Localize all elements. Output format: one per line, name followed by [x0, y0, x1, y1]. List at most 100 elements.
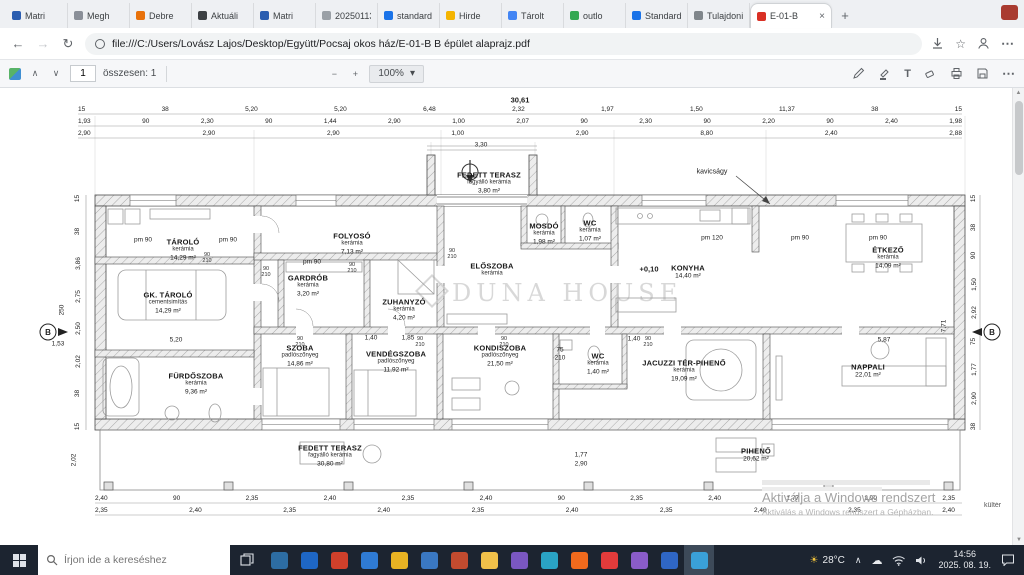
- vertical-scrollbar[interactable]: ▲ ▼: [1012, 88, 1024, 545]
- taskbar-app-icon[interactable]: [264, 545, 294, 575]
- browser-tab[interactable]: 20250113: [316, 3, 378, 28]
- taskbar-app-icon[interactable]: [504, 545, 534, 575]
- taskbar-app-icon[interactable]: [654, 545, 684, 575]
- speaker-icon[interactable]: [915, 555, 928, 566]
- browser-tab-active[interactable]: E-01-B ×: [750, 3, 832, 28]
- draw-icon[interactable]: [852, 67, 865, 80]
- inner-dimension: 1,53: [51, 340, 65, 348]
- tab-title: Standardi: [645, 10, 681, 21]
- dimension-chain-top-2: 1,93 90 2,30 90 1,44 2,90 1,00 2,07 90 2,30 90 2,20…: [78, 118, 962, 125]
- browser-tab[interactable]: Megh: [68, 3, 130, 28]
- dimension-value: 15: [74, 194, 82, 203]
- taskbar-app-icon[interactable]: [534, 545, 564, 575]
- taskbar-app-icon[interactable]: [354, 545, 384, 575]
- tab-title: Megh: [87, 10, 110, 21]
- taskbar-app-icon[interactable]: [444, 545, 474, 575]
- toolbar-divider: [166, 65, 168, 82]
- tab-favicon: [322, 11, 331, 20]
- notification-icon[interactable]: [1001, 554, 1015, 566]
- taskbar-search-input[interactable]: [64, 554, 214, 566]
- favorites-star-icon[interactable]: ☆: [955, 37, 966, 51]
- parapet-label: pm 90: [790, 234, 810, 242]
- window-close-button[interactable]: [1001, 5, 1018, 20]
- app-icon-glyph: [420, 551, 438, 569]
- dimension-value: 75: [970, 337, 978, 345]
- dimension-value: 2,40: [479, 495, 493, 502]
- profile-icon[interactable]: [977, 37, 990, 50]
- dimension-value: 90: [703, 118, 711, 125]
- dimension-value: 2,40: [323, 495, 337, 502]
- zoom-level-dropdown[interactable]: 100% ▾: [369, 64, 424, 83]
- taskbar-app-icon[interactable]: [414, 545, 444, 575]
- scrollbar-thumb[interactable]: [1015, 101, 1023, 175]
- taskbar-search[interactable]: [38, 545, 230, 575]
- weather-widget[interactable]: ☀ 28°C: [810, 555, 845, 566]
- onedrive-cloud-icon[interactable]: ☁: [871, 554, 882, 567]
- browser-tab[interactable]: Matri: [254, 3, 316, 28]
- dimension-value: 38: [970, 223, 978, 231]
- tab-title: Aktuáli: [211, 10, 239, 21]
- browser-tab[interactable]: Tárolt: [502, 3, 564, 28]
- parapet-label: pm 120: [701, 234, 723, 242]
- taskbar-app-icon[interactable]: [684, 545, 714, 575]
- dimension-value: 90: [265, 118, 273, 125]
- save-icon[interactable]: [976, 67, 989, 80]
- scroll-up-icon[interactable]: ▲: [1016, 90, 1022, 96]
- taskbar-app-icon[interactable]: [384, 545, 414, 575]
- page-up-icon[interactable]: ∧: [28, 68, 42, 79]
- taskbar-app-icon[interactable]: [624, 545, 654, 575]
- kavicsagy-label: kavicságy: [696, 168, 728, 176]
- start-button[interactable]: [0, 545, 38, 575]
- page-down-icon[interactable]: ∨: [49, 68, 63, 79]
- browser-tab[interactable]: Tulajdoni: [688, 3, 750, 28]
- browser-tab[interactable]: Standardi: [626, 3, 688, 28]
- tab-close-icon[interactable]: ×: [819, 11, 825, 22]
- forward-icon: →: [36, 36, 50, 51]
- pdf-sidebar-icon[interactable]: [9, 67, 21, 80]
- browser-tab[interactable]: Matri: [6, 3, 68, 28]
- zoom-out-icon[interactable]: −: [327, 69, 341, 79]
- erase-icon[interactable]: [924, 67, 937, 80]
- taskbar-app-icon[interactable]: [594, 545, 624, 575]
- hidden-icons-chevron[interactable]: ∧: [855, 555, 862, 566]
- page-number-input[interactable]: [70, 65, 96, 82]
- dimension-value: 2,50: [74, 322, 82, 336]
- taskbar-app-icon[interactable]: [324, 545, 354, 575]
- browser-tab[interactable]: Aktuáli: [192, 3, 254, 28]
- dimension-value: 38: [161, 106, 169, 113]
- highlight-icon[interactable]: [878, 67, 891, 80]
- taskbar-app-icon[interactable]: [474, 545, 504, 575]
- task-view-button[interactable]: [230, 545, 264, 575]
- url-field[interactable]: file:///C:/Users/Lovász Lajos/Desktop/Eg…: [85, 32, 923, 55]
- taskbar-app-icon[interactable]: [294, 545, 324, 575]
- taskbar-app-icon[interactable]: [564, 545, 594, 575]
- browser-tab[interactable]: Hirde: [440, 3, 502, 28]
- download-icon[interactable]: [931, 37, 944, 50]
- dimension-chain-top-1: 15 38 5,20 5,20 6,48 2,32 1,97 1,50 11,37 38 15: [78, 106, 962, 113]
- app-icon-glyph: [570, 551, 588, 569]
- app-icon-glyph: [510, 551, 528, 569]
- back-icon[interactable]: ←: [10, 36, 26, 51]
- windows-logo-icon: [12, 553, 26, 567]
- more-options-icon[interactable]: ⋯: [1002, 66, 1015, 82]
- room-label-wc: WC kerámia 1,07 m²: [578, 218, 602, 243]
- scroll-down-icon[interactable]: ▼: [1013, 535, 1024, 545]
- tab-favicon: [198, 11, 207, 20]
- tab-title: Debre: [149, 10, 174, 21]
- site-info-icon[interactable]: [95, 38, 105, 49]
- clock[interactable]: 14:56 2025. 08. 19.: [938, 549, 991, 571]
- tab-title: Matri: [25, 10, 45, 21]
- dimension-value: 2,07: [516, 118, 530, 125]
- browser-tab[interactable]: standard t: [378, 3, 440, 28]
- new-tab-button[interactable]: +: [835, 5, 855, 25]
- dimension-value: 2,35: [471, 507, 485, 514]
- browser-tab[interactable]: Debre: [130, 3, 192, 28]
- dimension-value: 1,50: [970, 277, 978, 291]
- zoom-in-icon[interactable]: +: [348, 69, 362, 79]
- browser-menu-icon[interactable]: ⋯: [1001, 36, 1014, 52]
- wifi-icon[interactable]: [892, 555, 906, 566]
- browser-tab[interactable]: outlo: [564, 3, 626, 28]
- add-text-icon[interactable]: T: [904, 68, 911, 80]
- print-icon[interactable]: [950, 67, 963, 80]
- refresh-icon[interactable]: ↻: [60, 36, 76, 52]
